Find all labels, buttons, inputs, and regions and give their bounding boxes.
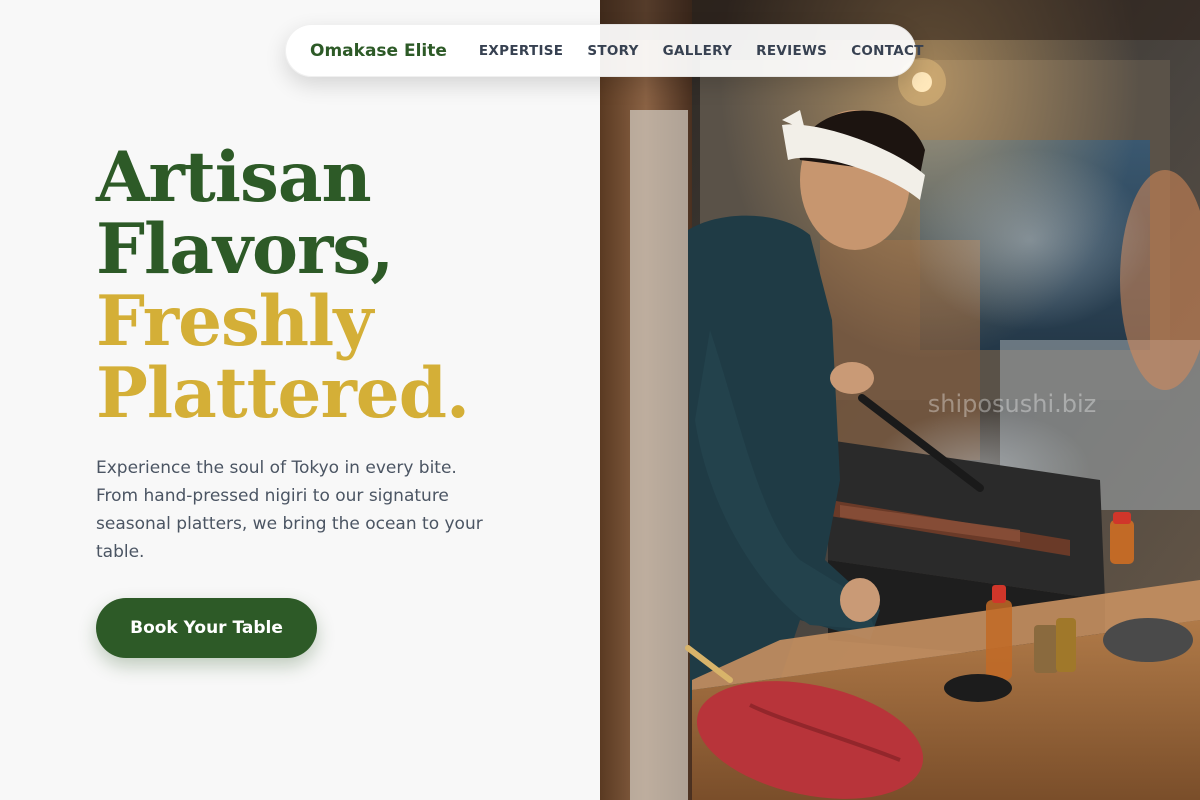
nav-link-expertise[interactable]: EXPERTISE <box>479 43 563 59</box>
nav-item: GALLERY <box>663 42 733 60</box>
nav-item: CONTACT <box>851 42 924 60</box>
headline-line-4: Plattered. <box>96 353 470 434</box>
nav-link-contact[interactable]: CONTACT <box>851 43 924 59</box>
brand-logo-link[interactable]: Omakase Elite <box>310 41 447 61</box>
headline-line-1: Artisan <box>96 137 372 218</box>
landing-page: Artisan Flavors, Freshly Plattered. Expe… <box>0 0 1200 800</box>
nav-link-gallery[interactable]: GALLERY <box>663 43 733 59</box>
image-watermark: shiposushi.biz <box>928 390 1097 418</box>
top-navigation: Omakase Elite EXPERTISE STORY GALLERY RE… <box>285 24 923 77</box>
hero-text-panel: Artisan Flavors, Freshly Plattered. Expe… <box>0 0 600 800</box>
book-table-button[interactable]: Book Your Table <box>96 598 317 658</box>
nav-item: EXPERTISE <box>479 42 563 60</box>
nav-item: REVIEWS <box>756 42 827 60</box>
nav-links: EXPERTISE STORY GALLERY REVIEWS CONTACT <box>479 42 924 60</box>
chef-grilling-photo: shiposushi.biz <box>600 0 1200 800</box>
nav-item: STORY <box>587 42 638 60</box>
hero-description: Experience the soul of Tokyo in every bi… <box>96 458 483 562</box>
headline-line-3: Freshly <box>96 281 373 362</box>
headline-line-2: Flavors, <box>96 209 394 290</box>
hero-image: shiposushi.biz <box>600 0 1200 800</box>
nav-link-story[interactable]: STORY <box>587 43 638 59</box>
hero-headline: Artisan Flavors, Freshly Plattered. <box>96 137 470 434</box>
nav-link-reviews[interactable]: REVIEWS <box>756 43 827 59</box>
